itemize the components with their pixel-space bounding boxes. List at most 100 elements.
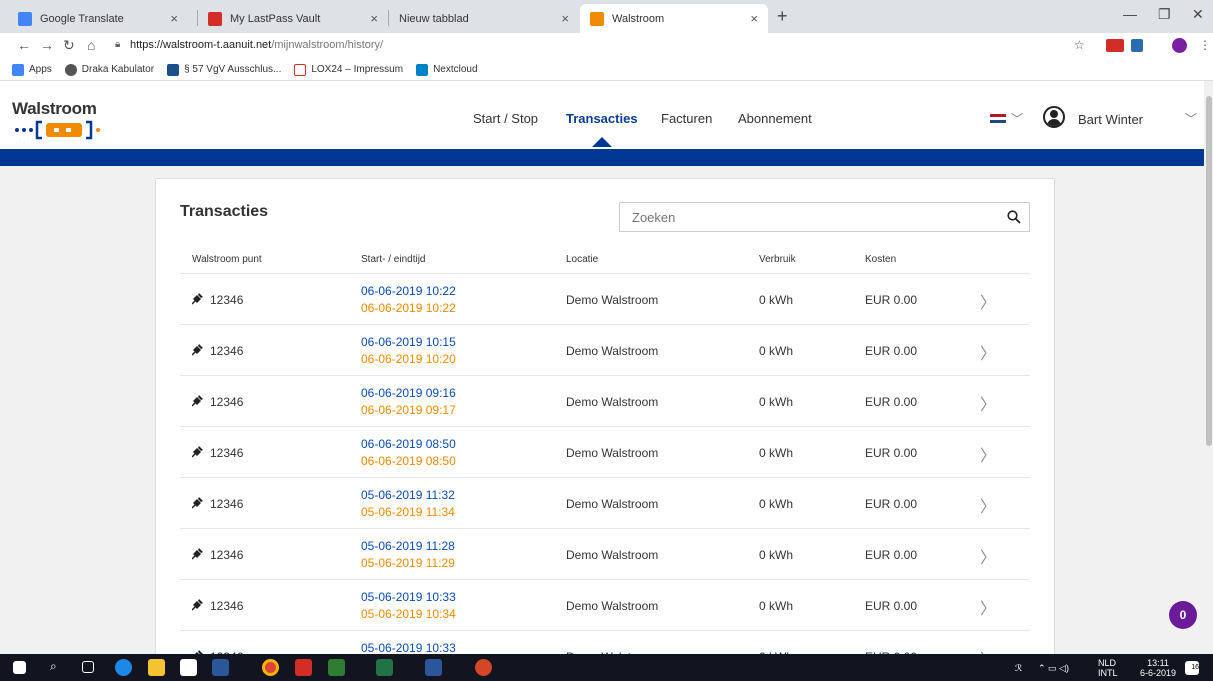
lock-icon: 🔒︎ bbox=[115, 39, 121, 50]
start-time: 05-06-2019 10:33 bbox=[361, 590, 456, 604]
table-row[interactable]: 12346 05-06-2019 11:32 05-06-2019 11:34 Dem… bbox=[180, 478, 1030, 529]
extension-icon[interactable] bbox=[1131, 39, 1143, 52]
bookmark-nextcloud[interactable]: Nextcloud bbox=[416, 63, 478, 76]
address-bar[interactable]: https://walstroom-t.aanuit.net/mijnwalst… bbox=[130, 39, 383, 51]
tab-walstroom[interactable]: Walstroom × bbox=[580, 4, 768, 33]
file-explorer-icon[interactable] bbox=[148, 659, 165, 676]
edge-icon[interactable] bbox=[115, 659, 132, 676]
end-time: 06-06-2019 09:17 bbox=[361, 403, 456, 417]
bookmark-label: Apps bbox=[29, 64, 52, 75]
language-flag-icon[interactable] bbox=[990, 114, 1006, 123]
walstroom-point: 12346 bbox=[210, 548, 244, 562]
notification-center-icon[interactable]: 16 bbox=[1185, 661, 1199, 675]
chevron-right-icon[interactable]: 〉 bbox=[980, 391, 996, 415]
bookmark-vgv[interactable]: § 57 VgV Ausschlus... bbox=[167, 63, 281, 76]
site-header: Walstroom Start / Stop Transacties Factu… bbox=[0, 81, 1204, 149]
location: Demo Walstroom bbox=[566, 446, 659, 460]
nav-facturen[interactable]: Facturen bbox=[661, 111, 712, 126]
apps-icon bbox=[12, 63, 24, 76]
back-button[interactable]: ← bbox=[17, 37, 31, 53]
chevron-down-icon[interactable]: ﹀ bbox=[1185, 110, 1197, 127]
forward-button[interactable]: → bbox=[40, 37, 54, 53]
bookmark-star-icon[interactable]: ☆ bbox=[1074, 38, 1085, 52]
excel-icon[interactable] bbox=[376, 659, 393, 676]
usage: 0 kWh bbox=[759, 446, 794, 460]
reload-button[interactable]: ↻ bbox=[63, 37, 75, 54]
close-icon[interactable]: × bbox=[370, 11, 378, 26]
start-time: 06-06-2019 10:22 bbox=[361, 284, 456, 298]
tab-lastpass[interactable]: My LastPass Vault × bbox=[198, 4, 388, 33]
home-button[interactable]: ⌂ bbox=[87, 37, 95, 53]
app-icon[interactable] bbox=[328, 659, 345, 676]
search-icon[interactable]: ⌕ bbox=[50, 659, 67, 676]
nav-abonnement[interactable]: Abonnement bbox=[738, 111, 812, 126]
extension-icon[interactable] bbox=[1106, 39, 1124, 52]
search-input[interactable] bbox=[620, 203, 1000, 231]
notification-badge[interactable]: 0 bbox=[1169, 601, 1197, 629]
chevron-down-icon[interactable]: ﹀ bbox=[1011, 110, 1023, 127]
people-icon[interactable]: ℛ bbox=[1015, 663, 1022, 673]
chrome-icon[interactable] bbox=[262, 659, 279, 676]
menu-icon[interactable]: ⋮ bbox=[1199, 38, 1211, 52]
tab-google-translate[interactable]: Google Translate × bbox=[8, 4, 188, 33]
language-indicator[interactable]: NLD INTL bbox=[1098, 658, 1118, 678]
tab-label: Walstroom bbox=[612, 12, 665, 25]
tray-icons[interactable]: ⌃ ▭ ◁) bbox=[1038, 663, 1069, 673]
store-icon[interactable] bbox=[180, 659, 197, 676]
lastpass-app-icon[interactable] bbox=[295, 659, 312, 676]
table-row[interactable]: 12346 06-06-2019 09:16 06-06-2019 09:17 Dem… bbox=[180, 376, 1030, 427]
profile-icon[interactable] bbox=[1172, 38, 1187, 53]
nav-start-stop[interactable]: Start / Stop bbox=[473, 111, 538, 126]
user-avatar-icon[interactable] bbox=[1043, 106, 1065, 128]
table-row[interactable]: 12346 06-06-2019 10:22 06-06-2019 10:22 Dem… bbox=[180, 274, 1030, 325]
minimize-button[interactable]: — bbox=[1123, 6, 1137, 22]
tab-new-tab[interactable]: Nieuw tabblad × bbox=[389, 4, 579, 33]
close-icon[interactable]: × bbox=[750, 11, 758, 26]
windows-start-icon[interactable] bbox=[13, 661, 26, 674]
user-name[interactable]: Bart Winter bbox=[1078, 112, 1143, 127]
scrollbar-thumb[interactable] bbox=[1206, 96, 1212, 446]
table-row[interactable]: 12346 05-06-2019 11:28 05-06-2019 11:29 Dem… bbox=[180, 529, 1030, 580]
powerpoint-icon[interactable] bbox=[475, 659, 492, 676]
bookmark-apps[interactable]: Apps bbox=[12, 63, 52, 76]
chevron-right-icon[interactable]: 〉 bbox=[980, 289, 996, 313]
bookmark-lox24[interactable]: LOX24 – Impressum bbox=[294, 63, 403, 76]
close-window-button[interactable]: ✕ bbox=[1192, 6, 1204, 23]
task-view-icon[interactable] bbox=[82, 661, 94, 673]
close-icon[interactable]: × bbox=[170, 11, 178, 26]
chevron-right-icon[interactable]: 〉 bbox=[980, 493, 996, 517]
transactions-card: Transacties Walstroom punt Start- / eind… bbox=[155, 178, 1055, 669]
close-icon[interactable]: × bbox=[561, 11, 569, 26]
logo[interactable]: Walstroom bbox=[12, 99, 97, 119]
nextcloud-icon bbox=[416, 63, 429, 76]
table-header: Walstroom punt Start- / eindtijd Locatie… bbox=[180, 246, 1030, 274]
chevron-right-icon[interactable]: 〉 bbox=[980, 340, 996, 364]
usage: 0 kWh bbox=[759, 548, 794, 562]
bookmark-icon bbox=[167, 63, 180, 76]
clock[interactable]: 13:11 6-6-2019 bbox=[1140, 658, 1176, 678]
chevron-right-icon[interactable]: 〉 bbox=[980, 544, 996, 568]
media-icon[interactable] bbox=[212, 659, 229, 676]
table-row[interactable]: 12346 05-06-2019 10:33 05-06-2019 10:34 Dem… bbox=[180, 580, 1030, 631]
word-icon[interactable] bbox=[425, 659, 442, 676]
end-time: 06-06-2019 10:22 bbox=[361, 301, 456, 315]
table-row[interactable]: 12346 06-06-2019 10:15 06-06-2019 10:20 Dem… bbox=[180, 325, 1030, 376]
location: Demo Walstroom bbox=[566, 395, 659, 409]
cost: EUR 0.00 bbox=[865, 395, 918, 409]
lox24-icon bbox=[294, 63, 307, 76]
end-time: 05-06-2019 10:34 bbox=[361, 607, 456, 621]
plug-icon bbox=[192, 293, 203, 305]
table-row[interactable]: 12346 06-06-2019 08:50 06-06-2019 08:50 Dem… bbox=[180, 427, 1030, 478]
new-tab-button[interactable]: + bbox=[777, 6, 788, 27]
bookmark-draka[interactable]: Draka Kabulator bbox=[64, 63, 155, 76]
chevron-right-icon[interactable]: 〉 bbox=[980, 442, 996, 466]
lang-bottom: INTL bbox=[1098, 668, 1118, 678]
nav-transacties[interactable]: Transacties bbox=[566, 111, 638, 126]
header-accent-bar bbox=[0, 149, 1204, 166]
walstroom-point: 12346 bbox=[210, 344, 244, 358]
chevron-right-icon[interactable]: 〉 bbox=[980, 595, 996, 619]
maximize-button[interactable]: ❐ bbox=[1158, 6, 1171, 23]
search-icon[interactable] bbox=[1007, 210, 1021, 224]
lang-top: NLD bbox=[1098, 658, 1117, 668]
bookmark-label: Draka Kabulator bbox=[81, 64, 155, 75]
